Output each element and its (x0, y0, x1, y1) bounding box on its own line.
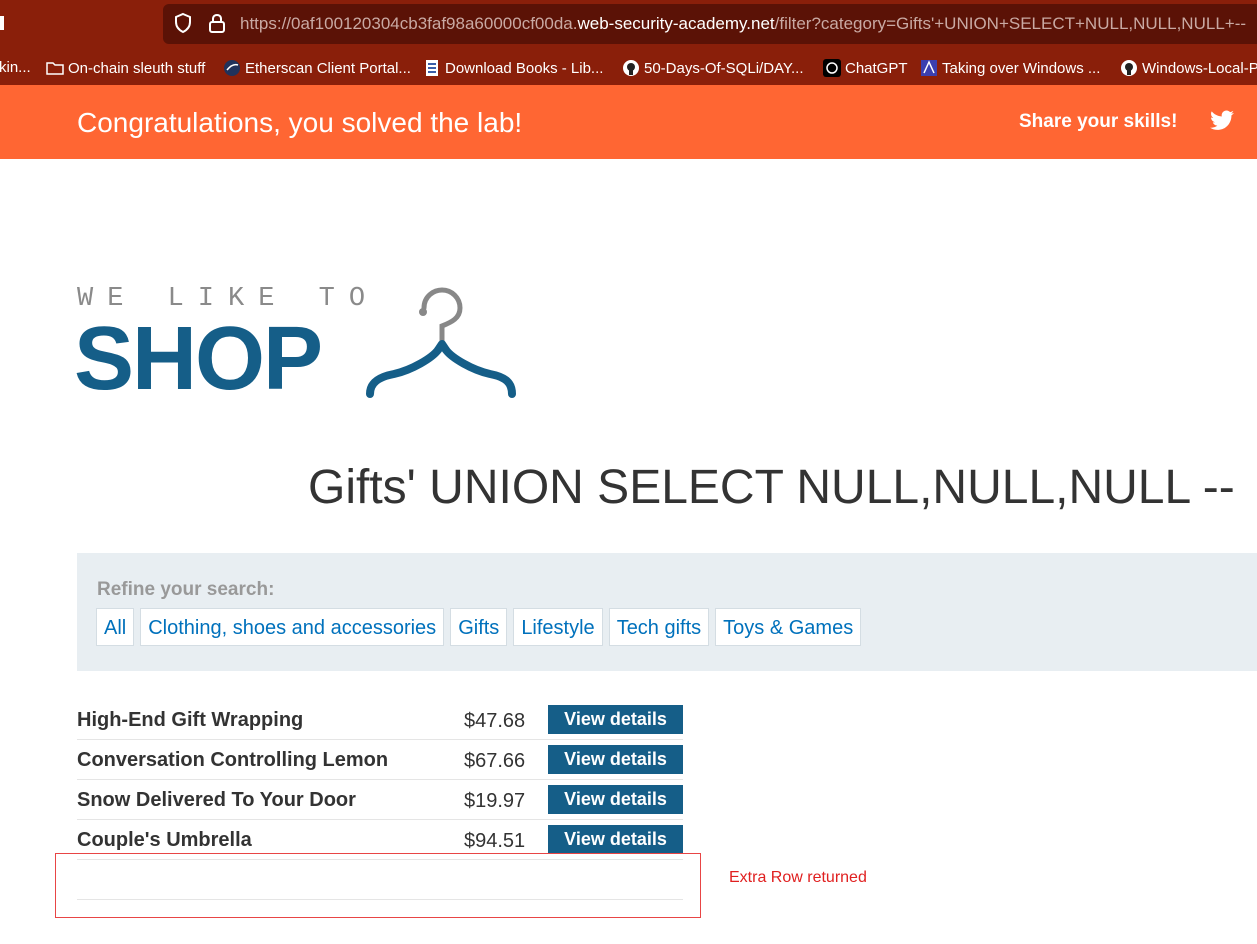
refine-label: Refine your search: (97, 579, 275, 600)
product-name: Couple's Umbrella (77, 829, 252, 851)
lab-solved-banner: Congratulations, you solved the lab! Sha… (0, 85, 1257, 159)
lock-icon[interactable] (206, 12, 228, 34)
product-price: $19.97 (464, 790, 526, 812)
folder-icon (46, 59, 64, 77)
github-icon (622, 59, 640, 77)
bookmark-label: ChatGPT (845, 59, 908, 77)
share-skills-link[interactable]: Share your skills! (1019, 111, 1177, 133)
bookmark-item[interactable]: Download Books - Lib... (423, 59, 603, 77)
url-prefix: https://0af100120304cb3faf98a60000cf00da… (240, 14, 578, 33)
github-icon (1120, 59, 1138, 77)
bookmark-item[interactable]: On-chain sleuth stuff (46, 59, 205, 77)
product-name: Snow Delivered To Your Door (77, 789, 356, 811)
product-name: High-End Gift Wrapping (77, 709, 304, 731)
filter-toys-games[interactable]: Toys & Games (715, 608, 862, 646)
table-row: Conversation Controlling Lemon $67.66 Vi… (77, 740, 683, 780)
table-row: High-End Gift Wrapping $47.68 View detai… (77, 700, 683, 740)
shield-icon[interactable] (172, 12, 194, 34)
bookmark-label: Download Books - Lib... (445, 59, 604, 77)
bookmark-item[interactable]: ChatGPT (823, 59, 908, 77)
view-details-button[interactable]: View details (548, 785, 683, 814)
twitter-icon[interactable] (1209, 109, 1235, 133)
bookmark-label: Etherscan Client Portal... (245, 59, 411, 77)
filter-all[interactable]: All (96, 608, 135, 646)
browser-toolbar: https://0af100120304cb3faf98a60000cf00da… (0, 0, 1257, 50)
product-price: $67.66 (464, 750, 526, 772)
url-text[interactable]: https://0af100120304cb3faf98a60000cf00da… (240, 14, 1246, 34)
table-row: Snow Delivered To Your Door $19.97 View … (77, 780, 683, 820)
bookmark-item[interactable]: Windows-Local-P (1120, 59, 1257, 77)
view-details-button[interactable]: View details (548, 705, 683, 734)
book-icon (423, 59, 441, 77)
view-details-button[interactable]: View details (548, 825, 683, 854)
back-icon[interactable] (0, 16, 4, 30)
annotation-label: Extra Row returned (729, 869, 867, 886)
logo-shop[interactable]: SHOP (74, 314, 323, 404)
bookmarks-bar: kin... On-chain sleuth stuff Etherscan C… (0, 50, 1257, 85)
chatgpt-icon (823, 59, 841, 77)
bookmark-label: Taking over Windows ... (942, 59, 1101, 77)
filter-lifestyle[interactable]: Lifestyle (513, 608, 603, 646)
etherscan-icon (223, 59, 241, 77)
bookmark-label: Windows-Local-P (1142, 59, 1257, 77)
product-price: $47.68 (464, 710, 526, 732)
view-details-button[interactable]: View details (548, 745, 683, 774)
filter-clothing[interactable]: Clothing, shoes and accessories (140, 608, 445, 646)
category-filters: All Clothing, shoes and accessories Gift… (96, 608, 862, 646)
bookmark-item[interactable]: Etherscan Client Portal... (223, 59, 411, 77)
bookmark-item[interactable]: 50-Days-Of-SQLi/DAY... (622, 59, 804, 77)
bookmark-label: kin... (0, 59, 31, 76)
product-name: Conversation Controlling Lemon (77, 749, 389, 771)
highlight-box (55, 853, 701, 918)
url-path: /filter?category=Gifts'+UNION+SELECT+NUL… (774, 14, 1247, 33)
banner-title: Congratulations, you solved the lab! (77, 107, 523, 138)
filter-tech-gifts[interactable]: Tech gifts (608, 608, 710, 646)
bookmark-label: 50-Days-Of-SQLi/DAY... (644, 59, 804, 77)
site-icon (920, 59, 938, 77)
filter-panel: Refine your search: All Clothing, shoes … (77, 553, 1257, 671)
url-host: web-security-academy.net (577, 14, 775, 33)
filter-gifts[interactable]: Gifts (450, 608, 508, 646)
bookmark-item[interactable]: Taking over Windows ... (920, 59, 1100, 77)
bookmark-item[interactable]: kin... (0, 59, 31, 76)
bookmark-label: On-chain sleuth stuff (68, 59, 206, 77)
hanger-icon (366, 287, 516, 398)
category-heading: Gifts' UNION SELECT NULL,NULL,NULL -- (308, 461, 1235, 514)
product-price: $94.51 (464, 830, 526, 852)
